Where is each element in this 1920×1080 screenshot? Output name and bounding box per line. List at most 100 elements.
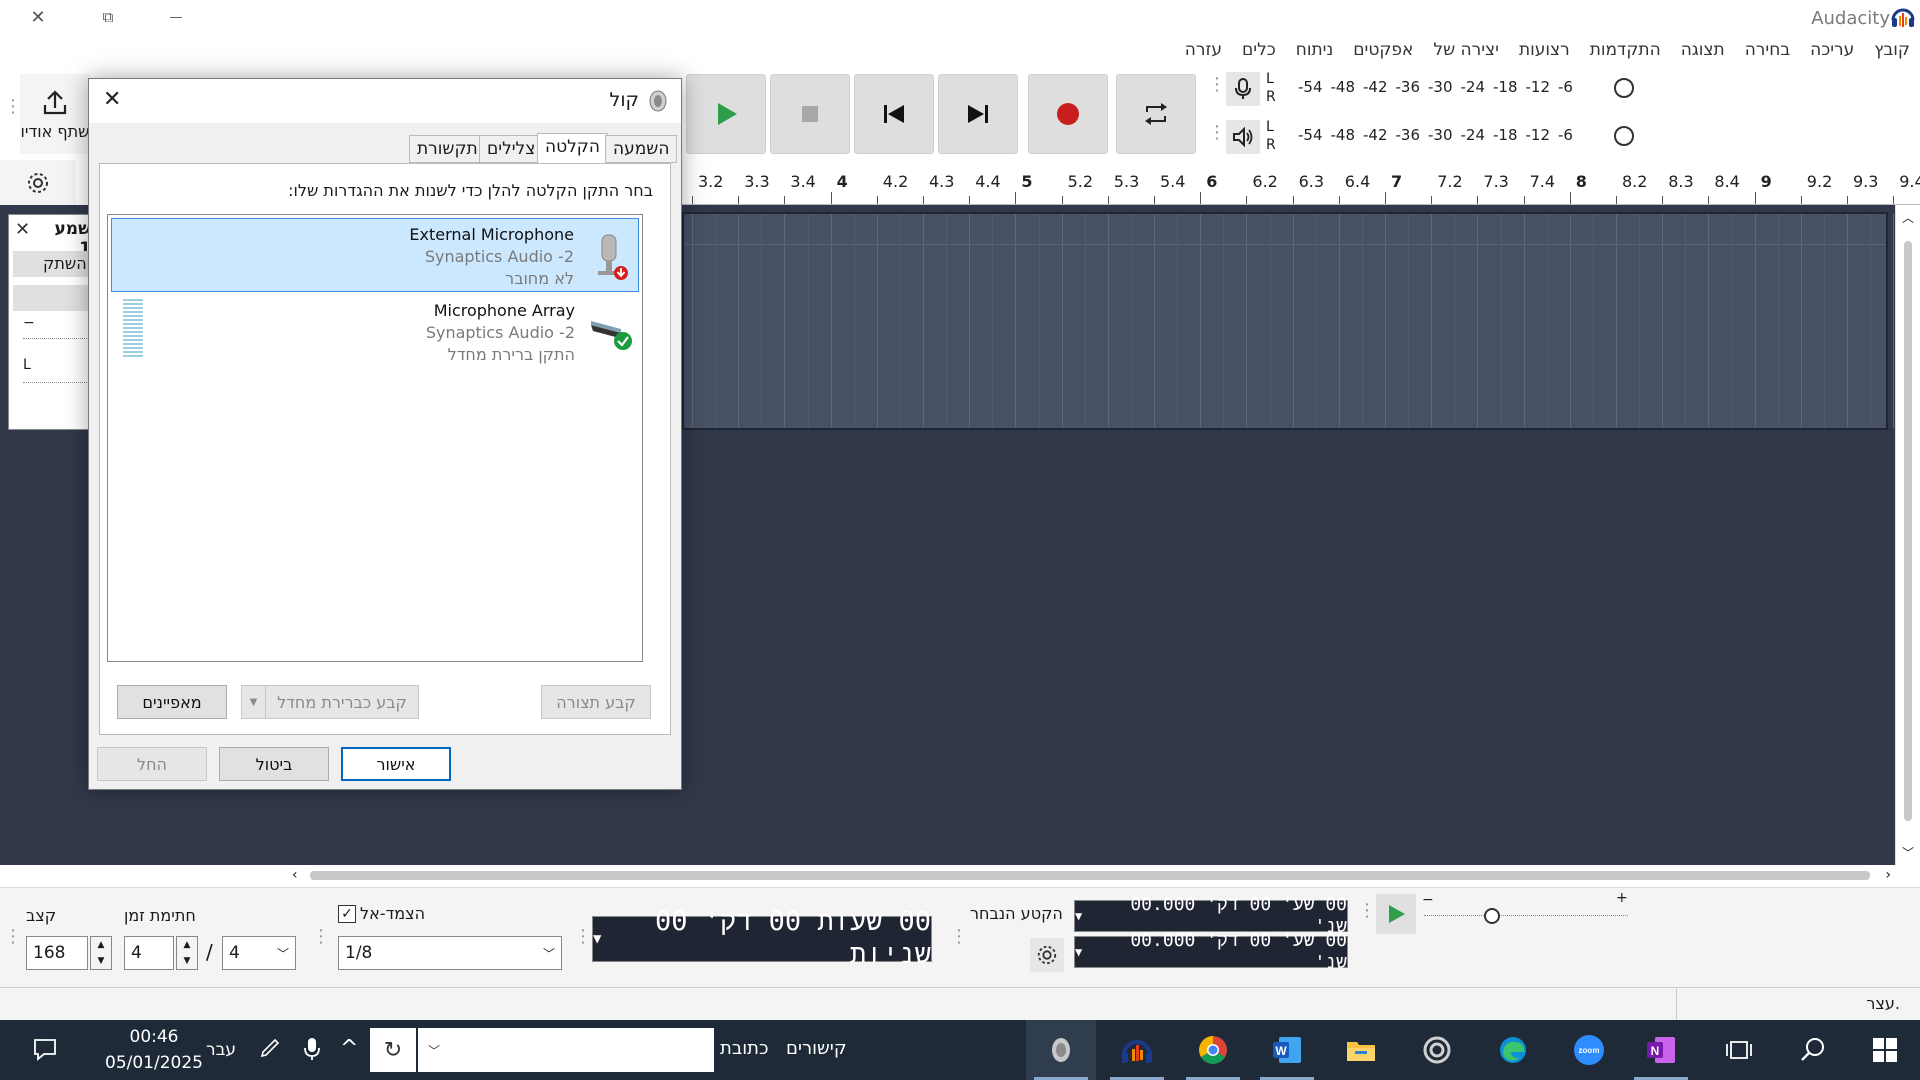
menu-tools[interactable]: כלים: [1232, 37, 1286, 63]
taskbar-file-explorer[interactable]: [1326, 1020, 1396, 1080]
microphone-tray-button[interactable]: [302, 1036, 322, 1066]
record-meter-button[interactable]: [1226, 72, 1260, 106]
taskbar-copilot[interactable]: [1402, 1020, 1472, 1080]
recording-device-list[interactable]: External Microphone Synaptics Audio -2 ל…: [107, 214, 643, 662]
bottom-grip[interactable]: [4, 926, 22, 947]
track-solo-button[interactable]: [13, 285, 93, 311]
playback-meter-scale[interactable]: -54 -48 -42 -36 -30 -24 -18 -12 -6: [1298, 126, 1573, 144]
taskbar-task-view[interactable]: [1704, 1020, 1774, 1080]
audio-clip[interactable]: [682, 212, 1918, 430]
time-grip[interactable]: [574, 926, 592, 947]
language-indicator[interactable]: עבר: [206, 1040, 236, 1060]
pen-button[interactable]: [258, 1036, 282, 1064]
taskbar-onenote[interactable]: N: [1626, 1020, 1696, 1080]
selection-grip[interactable]: [950, 926, 968, 947]
selection-end-time[interactable]: 00 שע' 00 דק' 00.000 שנ' ▼: [1074, 930, 1348, 973]
speed-slider-track[interactable]: [1424, 912, 1628, 916]
time-signature-numerator[interactable]: 4: [124, 936, 174, 970]
title-bar: ✕ ⧉ — Audacity: [0, 0, 1920, 36]
taskbar-search[interactable]: [1778, 1020, 1848, 1080]
menu-select[interactable]: בחירה: [1735, 37, 1800, 63]
track-close-button[interactable]: ✕: [15, 219, 30, 240]
tab-recording[interactable]: הקלטה: [537, 133, 608, 164]
menu-effects[interactable]: אפקטים: [1343, 37, 1423, 63]
share-audio-button[interactable]: שתף אודיו: [20, 74, 90, 154]
close-window-button[interactable]: ✕: [20, 0, 56, 34]
clock[interactable]: 00:46 05/01/2025: [84, 1024, 224, 1076]
ok-button[interactable]: אישור: [341, 747, 451, 781]
chevron-down-icon[interactable]: ﹀: [1902, 844, 1914, 861]
refresh-button[interactable]: ↻: [370, 1028, 416, 1072]
play-at-speed-button[interactable]: [1376, 894, 1416, 934]
taskbar-chrome[interactable]: [1178, 1020, 1248, 1080]
record-meter-knob[interactable]: [1614, 78, 1634, 98]
skip-end-button[interactable]: [938, 74, 1018, 154]
ruler-tick-label: 8: [1575, 172, 1587, 191]
taskbar-sound-settings[interactable]: [1026, 1020, 1096, 1080]
playback-meter-knob[interactable]: [1614, 126, 1634, 146]
skip-start-button[interactable]: [854, 74, 934, 154]
pan-slider[interactable]: [23, 377, 89, 383]
vertical-scrollbar[interactable]: ︿ ﹀: [1895, 205, 1920, 865]
playback-meter-button[interactable]: [1226, 120, 1260, 154]
menu-tracks[interactable]: רצועות: [1509, 37, 1580, 63]
track-mute-button[interactable]: השתק: [13, 251, 93, 277]
start-button[interactable]: [1850, 1020, 1920, 1080]
time-signature-stepper[interactable]: ▲ ▼: [176, 936, 198, 970]
snap-select[interactable]: 1/8 ﹀: [338, 936, 562, 970]
taskbar-edge[interactable]: [1478, 1020, 1548, 1080]
menu-view[interactable]: תצוגה: [1671, 37, 1735, 63]
horizontal-scroll-thumb[interactable]: [310, 871, 1870, 880]
loop-button[interactable]: [1116, 74, 1196, 154]
play-button[interactable]: [686, 74, 766, 154]
configure-button[interactable]: קבע תצורה: [541, 685, 651, 719]
chevron-up-icon[interactable]: ︿: [1902, 209, 1914, 226]
play-at-speed-grip[interactable]: [1358, 900, 1376, 921]
selection-settings-button[interactable]: [1030, 938, 1064, 972]
device-external-microphone[interactable]: External Microphone Synaptics Audio -2 ל…: [111, 218, 639, 292]
chevron-right-icon[interactable]: ›: [1885, 867, 1891, 883]
record-meter-scale[interactable]: -54 -48 -42 -36 -30 -24 -18 -12 -6: [1298, 78, 1573, 96]
taskbar-zoom[interactable]: zoom: [1554, 1020, 1624, 1080]
timeline-settings-button[interactable]: [0, 160, 76, 205]
taskbar-word[interactable]: W: [1252, 1020, 1322, 1080]
tempo-input[interactable]: 168: [26, 936, 88, 970]
tempo-stepper[interactable]: ▲ ▼: [90, 936, 112, 970]
restore-window-button[interactable]: ⧉: [90, 0, 126, 34]
menu-generate[interactable]: יצירה של: [1423, 37, 1509, 63]
gain-slider[interactable]: [23, 333, 89, 339]
horizontal-scrollbar[interactable]: ‹ ›: [288, 865, 1895, 887]
stop-button[interactable]: [770, 74, 850, 154]
tab-communications[interactable]: תקשורת: [409, 135, 486, 163]
apply-button[interactable]: החל: [97, 747, 207, 781]
device-microphone-array[interactable]: Microphone Array Synaptics Audio -2 התקן…: [111, 295, 639, 369]
dialog-close-button[interactable]: ✕: [103, 87, 121, 112]
notifications-button[interactable]: [32, 1036, 58, 1066]
time-signature-denominator[interactable]: 4 ﹀: [222, 936, 296, 970]
tab-sounds[interactable]: צלילים: [479, 135, 544, 163]
vertical-scroll-thumb[interactable]: [1904, 241, 1912, 821]
menu-file[interactable]: קובץ: [1864, 37, 1920, 63]
address-input[interactable]: ﹀: [418, 1028, 714, 1072]
record-button[interactable]: [1028, 74, 1108, 154]
menu-analyze[interactable]: ניתוח: [1286, 37, 1344, 63]
timeline-ruler[interactable]: 3.2 3.3 3.4 4 4.2 4.3 4.4 5 5.2 5.3 5.4 6 6.2 6.3 6.4 7…: [682, 160, 1920, 205]
chevron-up-icon[interactable]: ^: [340, 1036, 358, 1061]
record-meter-grip[interactable]: [1208, 74, 1226, 95]
snap-checkbox[interactable]: ✓: [338, 904, 356, 923]
speed-slider-thumb[interactable]: [1484, 908, 1500, 924]
cancel-button[interactable]: ביטול: [219, 747, 329, 781]
menu-transport[interactable]: התקדמות: [1580, 37, 1671, 63]
snap-grip[interactable]: [312, 926, 330, 947]
menu-help[interactable]: עזרה: [1175, 37, 1232, 63]
selection-start-time[interactable]: 00 שע' 00 דק' 00.000 שנ' ▼: [1074, 894, 1348, 937]
playback-meter-grip[interactable]: [1208, 122, 1226, 143]
properties-button[interactable]: מאפיינים: [117, 685, 227, 719]
menu-edit[interactable]: עריכה: [1800, 37, 1864, 63]
chevron-left-icon[interactable]: ‹: [292, 867, 298, 883]
minimize-window-button[interactable]: —: [158, 0, 194, 34]
big-time-display[interactable]: 00 שעות 00 דק' 00 שניות ▼: [592, 906, 932, 970]
tab-playback[interactable]: השמעה: [605, 135, 678, 163]
taskbar-audacity[interactable]: [1102, 1020, 1172, 1080]
set-default-button[interactable]: ▼ קבע כברירת מחדל: [241, 685, 419, 719]
